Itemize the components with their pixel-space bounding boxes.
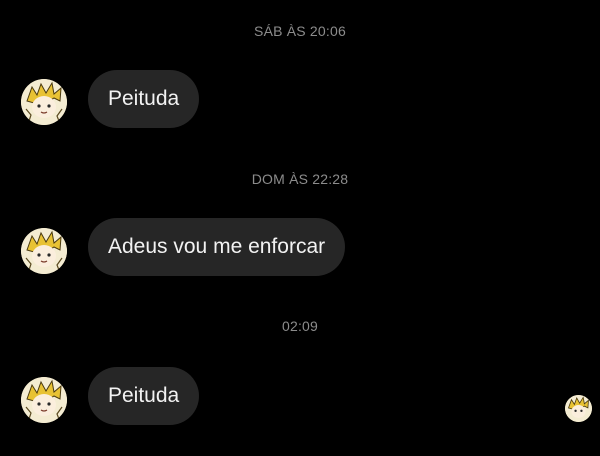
sender-avatar[interactable] — [21, 377, 67, 423]
message-row: Peituda — [0, 367, 600, 431]
message-bubble[interactable]: Adeus vou me enforcar — [88, 218, 346, 276]
timestamp: DOM ÀS 22:28 — [251, 171, 349, 187]
timestamp: SÁB ÀS 20:06 — [254, 23, 346, 39]
sender-avatar[interactable] — [21, 79, 67, 125]
chat-thread: SÁB ÀS 20:06 Peituda DOM ÀS 22:28 Adeus … — [0, 0, 600, 456]
message-bubble[interactable]: Peituda — [88, 367, 200, 425]
message-row: Peituda — [0, 70, 600, 134]
sender-avatar[interactable] — [21, 228, 67, 274]
message-row: Adeus vou me enforcar — [0, 218, 600, 282]
timestamp: 02:09 — [281, 318, 319, 334]
message-bubble[interactable]: Peituda — [88, 70, 200, 128]
seen-avatar-icon — [565, 395, 592, 422]
